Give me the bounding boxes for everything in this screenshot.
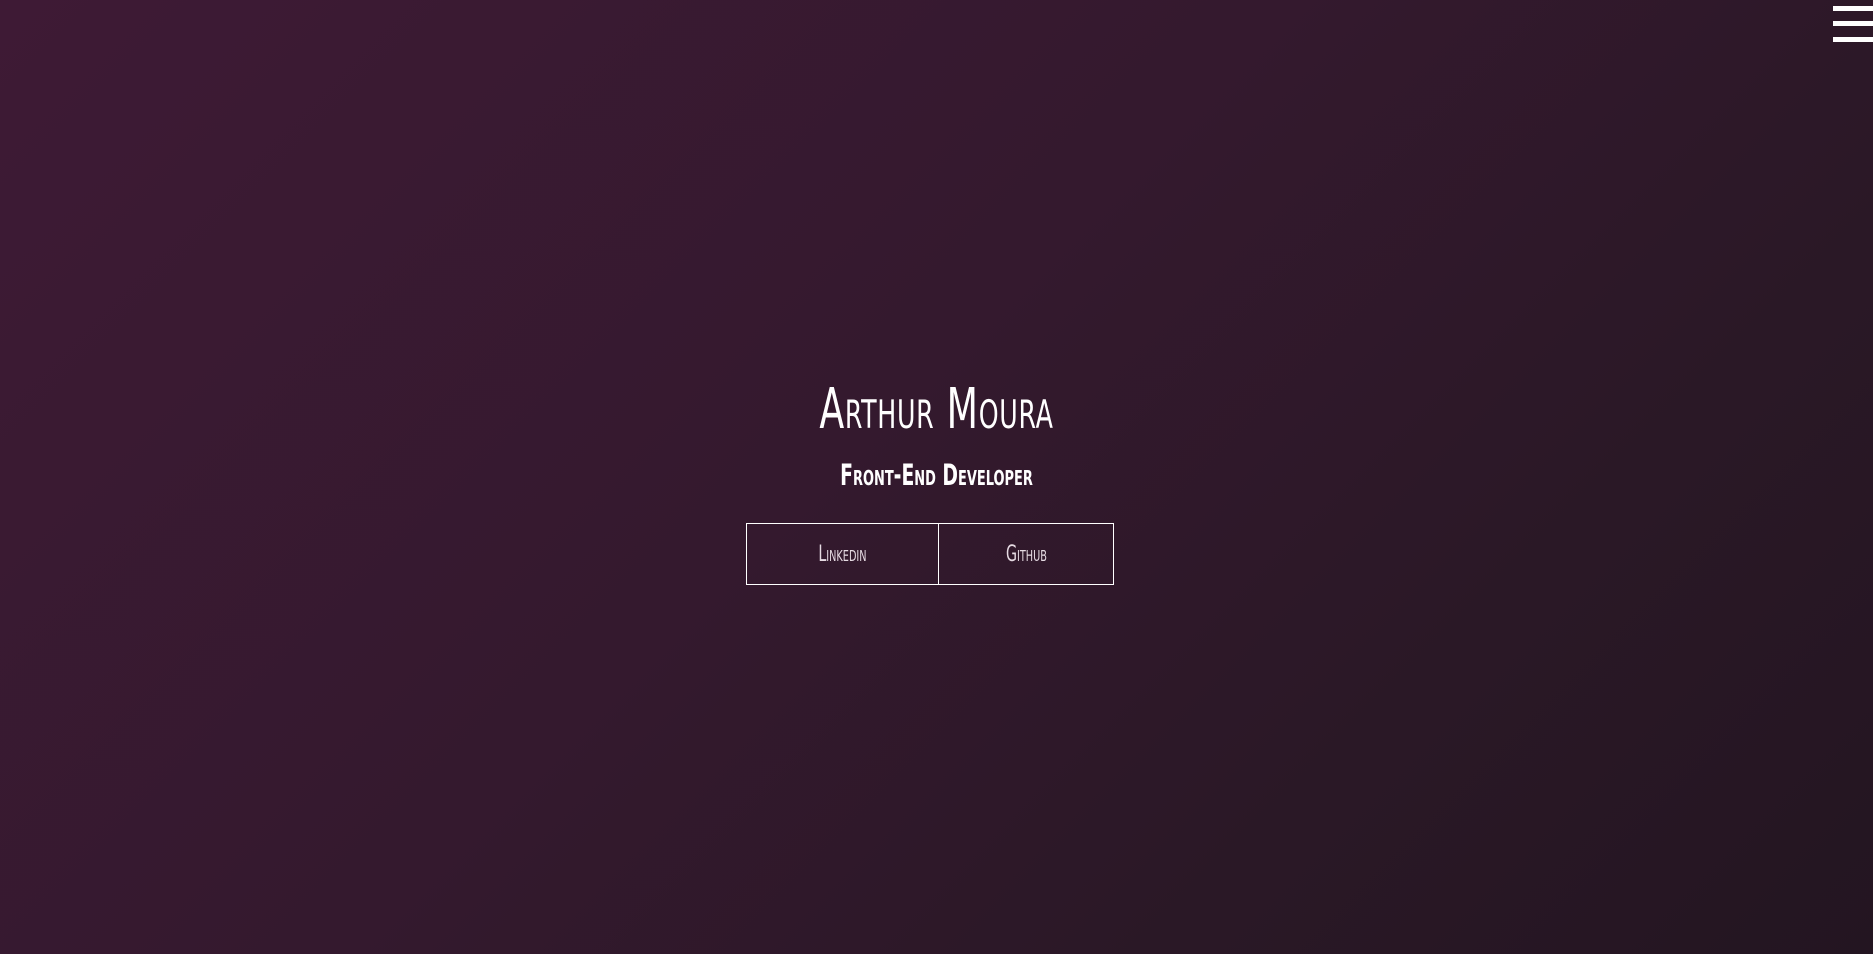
- github-button-label: Github: [1005, 541, 1047, 567]
- menu-bar-bottom: [1833, 37, 1873, 42]
- hero-role: Front-End Developer: [840, 458, 1033, 492]
- menu-bar-top: [1833, 6, 1873, 11]
- social-links: Linkedin Github: [746, 523, 1114, 585]
- linkedin-button-label: Linkedin: [818, 541, 867, 567]
- linkedin-button[interactable]: Linkedin: [746, 523, 939, 585]
- menu-bar-middle: [1833, 21, 1873, 26]
- hero-section: Arthur Moura Front-End Developer: [0, 370, 1873, 500]
- hamburger-menu-icon[interactable]: [1829, 6, 1873, 44]
- hero-name: Arthur Moura: [819, 377, 1054, 442]
- github-button[interactable]: Github: [939, 523, 1114, 585]
